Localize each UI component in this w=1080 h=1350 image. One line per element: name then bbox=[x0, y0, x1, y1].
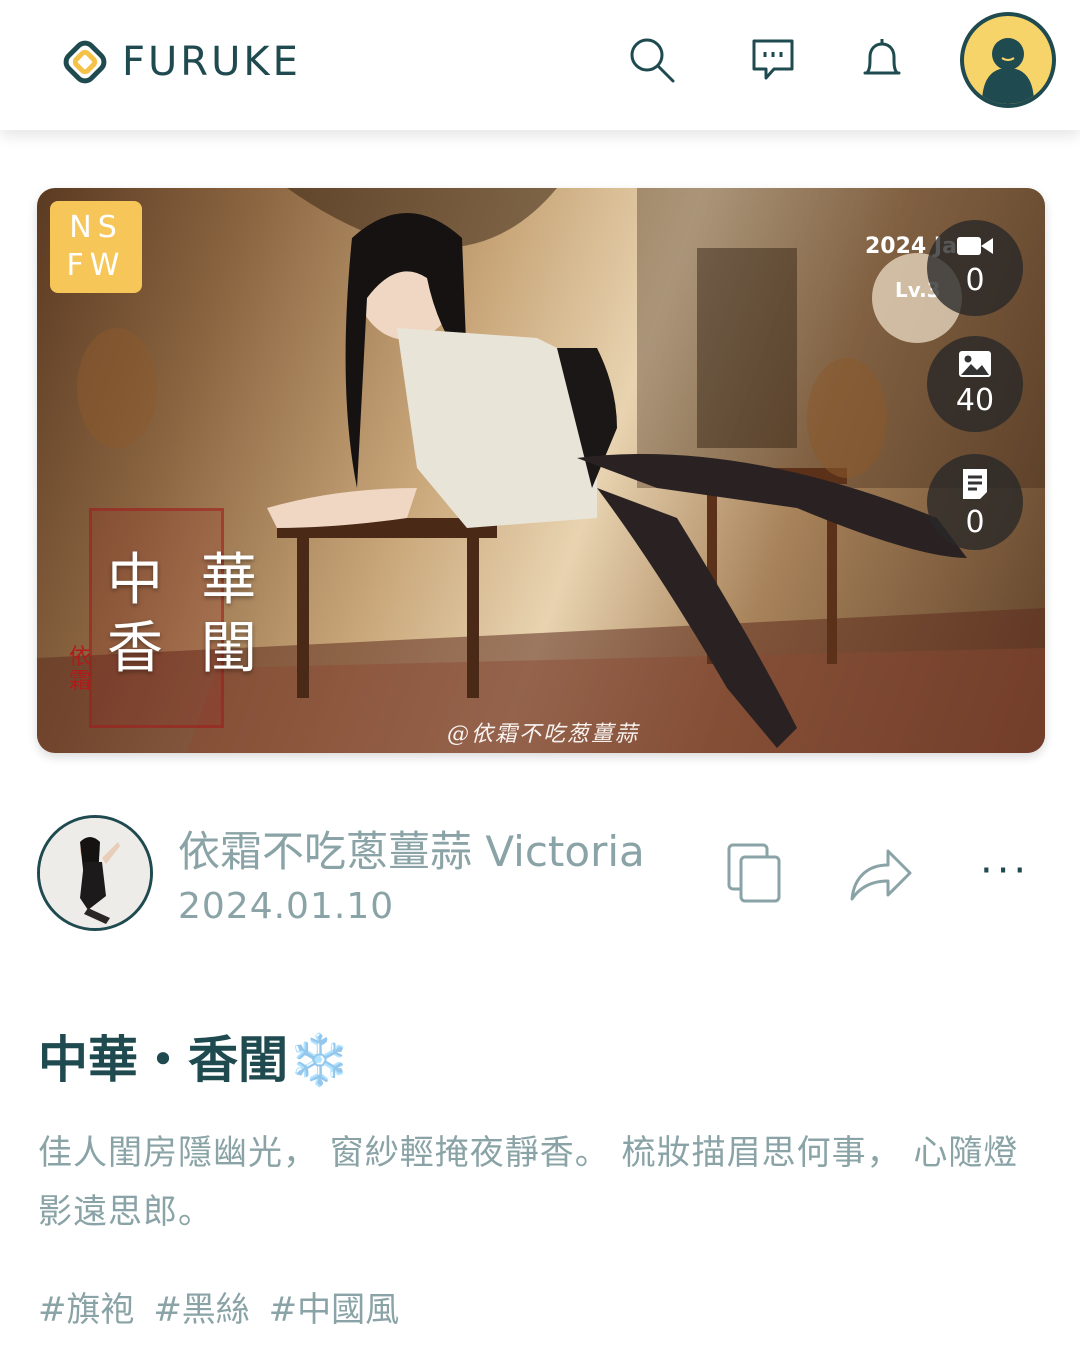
post-cover-image[interactable]: NS FW 中 華 香 閨 依霜 @依霜不吃葱薑蒜 2024 Jan Lv.3 … bbox=[37, 188, 1045, 753]
tag-link[interactable]: #中國風 bbox=[269, 1290, 400, 1330]
search-button[interactable] bbox=[622, 30, 682, 90]
more-icon: ··· bbox=[980, 848, 1031, 894]
top-nav-bar: FURUKE bbox=[0, 0, 1080, 130]
author-name[interactable]: 依霜不吃蔥薑蒜 Victoria bbox=[178, 818, 645, 879]
brand-name: FURUKE bbox=[122, 39, 301, 85]
more-options-button[interactable]: ··· bbox=[980, 848, 1030, 894]
message-icon bbox=[752, 39, 794, 80]
post-title: 中華・香閨❄️ bbox=[38, 1020, 350, 1092]
notifications-button[interactable] bbox=[852, 30, 912, 90]
image-count-stat: 40 bbox=[927, 336, 1023, 432]
author-avatar[interactable] bbox=[37, 815, 153, 931]
snowflake-icon: ❄️ bbox=[288, 1031, 351, 1089]
tag-link[interactable]: #旗袍 bbox=[38, 1290, 135, 1330]
messages-button[interactable] bbox=[743, 30, 803, 90]
image-count: 40 bbox=[955, 383, 995, 418]
nsfw-badge: NS FW bbox=[50, 201, 142, 293]
document-count-stat: 0 bbox=[927, 454, 1023, 550]
video-count: 0 bbox=[965, 263, 985, 298]
image-signature: 依霜 bbox=[69, 645, 92, 694]
profile-avatar-button[interactable] bbox=[960, 12, 1056, 108]
image-icon bbox=[959, 351, 991, 377]
search-icon bbox=[630, 38, 675, 83]
logo-mark-icon bbox=[63, 40, 107, 84]
document-count: 0 bbox=[965, 505, 985, 540]
document-icon bbox=[963, 469, 987, 499]
brand-logo[interactable]: FURUKE bbox=[60, 36, 301, 88]
user-avatar-icon bbox=[982, 38, 1034, 104]
author-avatar-photo bbox=[40, 818, 150, 928]
image-watermark: @依霜不吃葱薑蒜 bbox=[447, 722, 640, 747]
share-button[interactable] bbox=[846, 838, 916, 908]
image-title-line2: 香 閨 bbox=[107, 616, 267, 681]
tag-link[interactable]: #黑絲 bbox=[153, 1290, 250, 1330]
video-icon bbox=[957, 237, 993, 255]
post-description: 佳人閨房隱幽光， 窗紗輕掩夜靜香。 梳妝描眉思何事， 心隨燈影遠思郎。 bbox=[38, 1133, 1019, 1232]
copy-button[interactable] bbox=[720, 838, 790, 908]
post-title-text: 中華・香閨 bbox=[38, 1031, 288, 1089]
image-title-line1: 中 華 bbox=[107, 548, 267, 613]
bell-icon bbox=[863, 39, 901, 75]
post-date: 2024.01.10 bbox=[178, 886, 395, 927]
video-count-stat: 0 bbox=[927, 220, 1023, 316]
post-tags: #旗袍 #黑絲 #中國風 bbox=[38, 1282, 407, 1331]
share-icon bbox=[850, 849, 912, 901]
copy-icon bbox=[727, 843, 781, 903]
